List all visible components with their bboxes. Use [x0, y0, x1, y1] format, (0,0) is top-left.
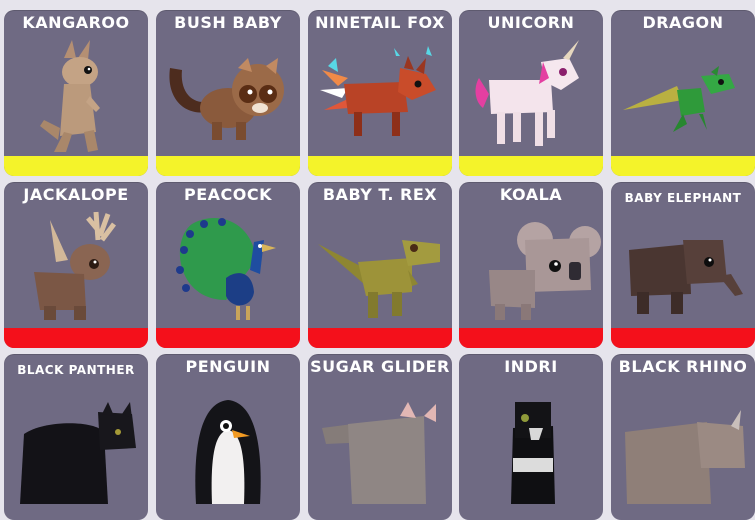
pet-card-jackalope[interactable]: JACKALOPE — [4, 182, 148, 348]
pet-card-indri[interactable]: INDRI — [459, 354, 603, 520]
rarity-bar — [308, 328, 452, 348]
rarity-bar — [611, 328, 755, 348]
pet-card-black-rhino[interactable]: BLACK RHINO — [611, 354, 755, 520]
rarity-bar — [4, 328, 148, 348]
black-rhino-icon — [625, 410, 745, 504]
pet-card-dragon[interactable]: DRAGON — [611, 10, 755, 176]
pet-card-kangaroo[interactable]: KANGAROO — [4, 10, 148, 176]
pet-card-penguin[interactable]: PENGUIN — [156, 354, 300, 520]
sugar-glider-icon — [322, 402, 436, 504]
unicorn-icon — [475, 40, 579, 146]
pet-card-baby-elephant[interactable]: BABY ELEPHANT — [611, 182, 755, 348]
rarity-bar — [611, 156, 755, 176]
koala-icon — [489, 222, 601, 320]
bush-baby-icon — [169, 58, 284, 140]
rarity-bar — [459, 156, 603, 176]
jackalope-icon — [34, 211, 116, 320]
black-panther-icon — [20, 402, 136, 504]
pet-card-sugar-glider[interactable]: SUGAR GLIDER — [308, 354, 452, 520]
pet-card-black-panther[interactable]: BLACK PANTHER — [4, 354, 148, 520]
pet-card-ninetail-fox[interactable]: NINETAIL FOX — [308, 10, 452, 176]
pet-grid: KANGAROO BUSH BABY NINETAIL FOX UNICORN … — [0, 0, 755, 520]
kangaroo-icon — [40, 40, 100, 152]
rarity-bar — [308, 156, 452, 176]
dragon-icon — [623, 66, 735, 132]
peacock-icon — [176, 218, 276, 320]
pet-card-baby-t-rex[interactable]: BABY T. REX — [308, 182, 452, 348]
rarity-bar — [156, 328, 300, 348]
ninetail-fox-icon — [320, 46, 436, 136]
rarity-bar — [4, 156, 148, 176]
baby-t-rex-icon — [318, 240, 440, 318]
baby-elephant-icon — [629, 240, 743, 314]
pet-card-unicorn[interactable]: UNICORN — [459, 10, 603, 176]
rarity-bar — [459, 328, 603, 348]
pet-card-peacock[interactable]: PEACOCK — [156, 182, 300, 348]
rarity-bar — [156, 156, 300, 176]
penguin-icon — [195, 400, 261, 504]
pet-card-koala[interactable]: KOALA — [459, 182, 603, 348]
pet-card-bush-baby[interactable]: BUSH BABY — [156, 10, 300, 176]
indri-icon — [511, 402, 555, 504]
